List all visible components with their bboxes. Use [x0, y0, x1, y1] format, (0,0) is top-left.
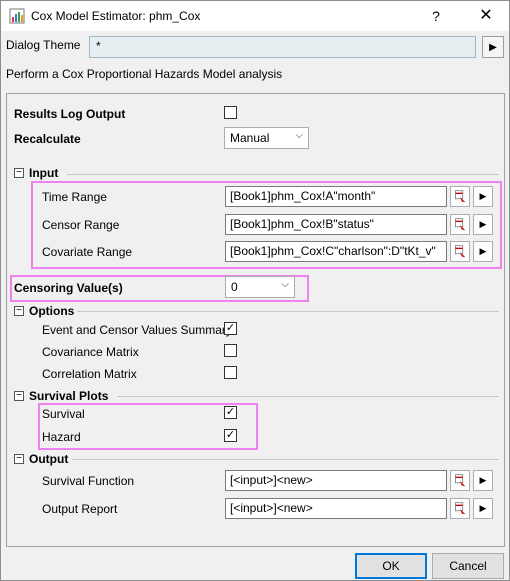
output-report-field[interactable]: [<input>]<new>	[225, 498, 447, 519]
title-bar: Cox Model Estimator: phm_Cox ? ✕	[1, 1, 509, 31]
covariate-range-field[interactable]: [Book1]phm_Cox!C"charlson":D"tKt_v"	[225, 241, 447, 262]
options-collapse-toggle[interactable]: −	[14, 306, 24, 316]
survival-function-field[interactable]: [<input>]<new>	[225, 470, 447, 491]
survival-checkbox[interactable]: ✓	[224, 406, 237, 419]
event-censor-summary-label: Event and Censor Values Summary	[42, 323, 232, 337]
range-picker-icon[interactable]	[450, 186, 470, 207]
section-divider	[72, 459, 499, 460]
hazard-label: Hazard	[42, 430, 81, 444]
help-button[interactable]: ?	[425, 5, 447, 27]
output-collapse-toggle[interactable]: −	[14, 454, 24, 464]
censoring-value-label: Censoring Value(s)	[14, 281, 123, 295]
ok-button[interactable]: OK	[355, 553, 427, 579]
time-range-menu-button[interactable]: ▶	[473, 186, 493, 207]
survival-plots-collapse-toggle[interactable]: −	[14, 391, 24, 401]
censor-range-field[interactable]: [Book1]phm_Cox!B"status"	[225, 214, 447, 235]
correlation-matrix-label: Correlation Matrix	[42, 367, 137, 381]
output-section-header: Output	[29, 452, 69, 466]
theme-menu-button[interactable]: ▶	[482, 36, 504, 58]
survival-function-menu-button[interactable]: ▶	[473, 470, 493, 491]
range-picker-icon[interactable]	[450, 214, 470, 235]
dialog-window: Cox Model Estimator: phm_Cox ? ✕ Dialog …	[0, 0, 510, 581]
hazard-checkbox[interactable]: ✓	[224, 429, 237, 442]
input-collapse-toggle[interactable]: −	[14, 168, 24, 178]
output-report-menu-button[interactable]: ▶	[473, 498, 493, 519]
range-picker-icon[interactable]	[450, 241, 470, 262]
close-button[interactable]: ✕	[473, 5, 499, 27]
app-icon	[9, 8, 25, 24]
survival-function-label: Survival Function	[42, 474, 135, 488]
censoring-value-value: 0	[231, 280, 238, 294]
survival-label: Survival	[42, 407, 85, 421]
cancel-button[interactable]: Cancel	[432, 553, 504, 579]
range-picker-icon[interactable]	[450, 470, 470, 491]
dialog-theme-field[interactable]: *	[89, 36, 476, 58]
chevron-down-icon: ⌵	[295, 130, 303, 141]
results-log-output-checkbox[interactable]	[224, 106, 237, 119]
time-range-field[interactable]: [Book1]phm_Cox!A"month"	[225, 186, 447, 207]
recalculate-value: Manual	[230, 131, 270, 145]
time-range-label: Time Range	[42, 190, 107, 204]
correlation-matrix-checkbox[interactable]	[224, 366, 237, 379]
section-divider	[117, 396, 499, 397]
section-divider	[67, 174, 499, 175]
options-section-header: Options	[29, 304, 75, 318]
censoring-value-select[interactable]: 0 ⌵	[225, 276, 295, 298]
covariance-matrix-label: Covariance Matrix	[42, 345, 139, 359]
recalculate-select[interactable]: Manual ⌵	[224, 127, 309, 149]
dialog-theme-label: Dialog Theme	[6, 38, 81, 52]
event-censor-summary-checkbox[interactable]: ✓	[224, 322, 237, 335]
output-report-label: Output Report	[42, 502, 118, 516]
covariance-matrix-checkbox[interactable]	[224, 344, 237, 357]
covariate-range-menu-button[interactable]: ▶	[473, 241, 493, 262]
chevron-down-icon: ⌵	[281, 279, 289, 290]
censor-range-menu-button[interactable]: ▶	[473, 214, 493, 235]
covariate-range-label: Covariate Range	[42, 245, 133, 259]
range-picker-icon[interactable]	[450, 498, 470, 519]
recalculate-label: Recalculate	[14, 132, 81, 146]
censor-range-label: Censor Range	[42, 218, 120, 232]
section-divider	[77, 311, 499, 312]
dialog-description: Perform a Cox Proportional Hazards Model…	[6, 67, 283, 81]
settings-panel: Results Log Output Recalculate Manual ⌵ …	[6, 93, 505, 547]
window-title: Cox Model Estimator: phm_Cox	[31, 9, 201, 23]
survival-plots-section-header: Survival Plots	[29, 389, 109, 403]
input-section-header: Input	[29, 166, 59, 180]
results-log-output-label: Results Log Output	[14, 107, 126, 121]
